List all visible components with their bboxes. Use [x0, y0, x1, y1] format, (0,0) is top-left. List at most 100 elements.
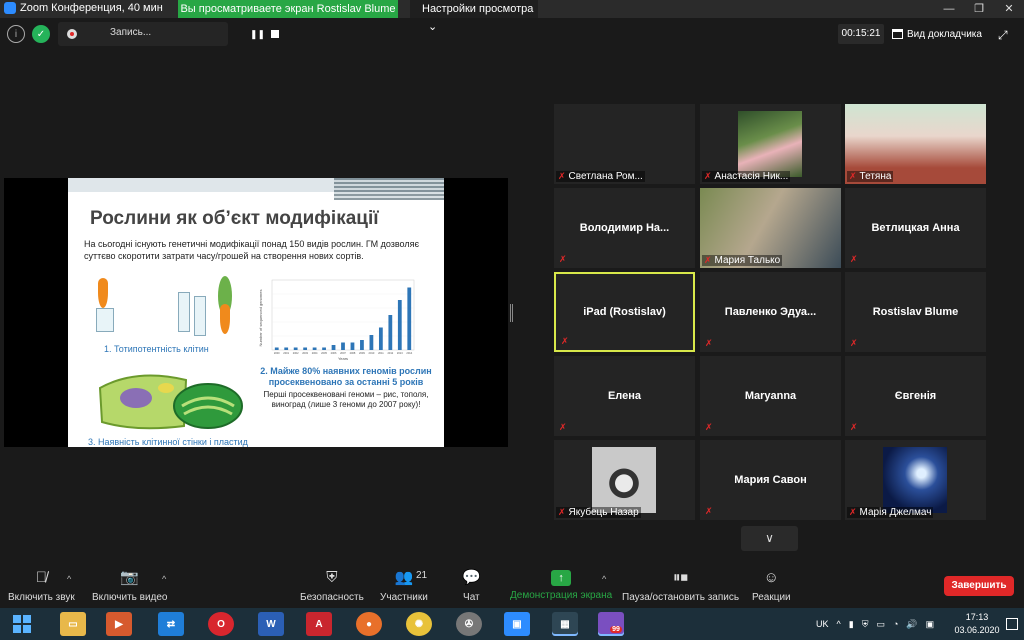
maximize-button[interactable]: ❐ [964, 0, 994, 18]
recording-label: Запись... [110, 27, 152, 38]
pause-stop-recording-button[interactable]: ⏸⏹ Пауза/остановить запись [622, 568, 739, 603]
muted-microphone-icon: ✗ [850, 338, 858, 348]
x-tick-label: 2013 [397, 351, 403, 355]
display-icon[interactable]: ▣ [926, 619, 935, 630]
plot-area [271, 279, 415, 351]
chart-bar [350, 342, 355, 350]
audio-options-caret[interactable]: ^ [67, 574, 71, 584]
x-tick-label: 2005 [321, 351, 327, 355]
close-button[interactable]: ✕ [994, 0, 1024, 18]
participant-tile[interactable]: Rostislav Blume ✗ [845, 272, 986, 352]
participant-name: Мария Савон [734, 474, 807, 486]
participant-tile[interactable]: Maryanna ✗ [700, 356, 841, 436]
muted-microphone-icon: ✗ [559, 422, 567, 432]
pause-recording-button[interactable]: ❚❚ [250, 27, 265, 41]
participant-tile[interactable]: iPad (Rostislav) ✗ [554, 272, 695, 352]
opera-icon[interactable]: O [208, 612, 234, 636]
share-screen-button[interactable]: ↑ Демонстрация экрана [510, 568, 612, 601]
chat-icon: 💬 [462, 569, 481, 586]
participant-name: Rostislav Blume [872, 306, 959, 318]
plant-cell-illustration [98, 374, 243, 430]
participant-name: Maryanna [744, 390, 797, 402]
firefox-icon[interactable]: ● [356, 612, 382, 636]
start-button[interactable] [0, 608, 44, 640]
security-button[interactable]: ⛨ Безопасность [300, 568, 364, 603]
chat-button[interactable]: 💬 Чат [462, 568, 481, 603]
participant-tile[interactable]: ✗ Мария Талько [700, 188, 841, 268]
carrot-image [220, 304, 230, 334]
minimize-button[interactable]: — [934, 0, 964, 18]
speaker-view-icon [892, 29, 903, 39]
fullscreen-icon[interactable]: ⤢ [998, 28, 1008, 43]
participant-tile[interactable]: Елена ✗ [554, 356, 695, 436]
share-banner: Вы просматриваете экран Rostislav Blume [178, 0, 398, 18]
speaker-view-label: Вид докладчика [907, 28, 982, 40]
battery-icon[interactable]: ▭ [876, 619, 885, 630]
zoom-taskbar-icon[interactable]: ▣ [504, 612, 530, 636]
window-controls: — ❐ ✕ [934, 0, 1024, 18]
wifi-icon[interactable]: ◔ [893, 619, 898, 629]
x-tick-label: 2000 [274, 351, 280, 355]
participant-label: ✗ Мария Талько [702, 255, 783, 266]
share-options-caret[interactable]: ^ [602, 574, 606, 584]
chart-bar [331, 345, 336, 350]
file-explorer-icon[interactable]: ▭ [60, 612, 86, 636]
word-icon[interactable]: W [258, 612, 284, 636]
end-meeting-button[interactable]: Завершить [944, 576, 1014, 596]
start-video-button[interactable]: 📷 Включить видео [92, 568, 168, 603]
x-tick-label: 2006 [331, 351, 337, 355]
chat-label: Чат [463, 592, 480, 603]
participant-tile[interactable]: ✗ Светлана Ром... [554, 104, 695, 184]
participant-name: Тетяна [859, 171, 892, 182]
presentation-slide: Рослини як об’єкт модифікації На сьогодн… [68, 178, 444, 447]
sun-app-icon[interactable]: ✺ [406, 612, 432, 636]
speaker-view-button[interactable]: Вид докладчика [892, 24, 988, 44]
media-player-icon[interactable]: ▶ [106, 612, 132, 636]
recording-dot-icon [67, 29, 77, 39]
pause-stop-icon: ⏸⏹ [673, 569, 689, 586]
language-indicator[interactable]: UK [816, 619, 829, 629]
chart-bar [360, 340, 364, 350]
participant-name: Анастасія Ник... [714, 171, 789, 182]
muted-microphone-icon: ✗ [559, 254, 567, 264]
x-tick-label: 2008 [350, 351, 356, 355]
participant-tile[interactable]: Мария Савон ✗ [700, 440, 841, 520]
reactions-button[interactable]: ☺ Реакции [752, 568, 791, 603]
participant-tile[interactable]: Ветлицкая Анна ✗ [845, 188, 986, 268]
participant-tile[interactable]: ✗ Марія Джелмач [845, 440, 986, 520]
view-settings-menu[interactable]: Настройки просмотра ⌄ [410, 0, 538, 33]
muted-microphone-icon: ✗ [850, 422, 858, 432]
acrobat-icon[interactable]: A [306, 612, 332, 636]
stop-recording-button[interactable] [271, 30, 279, 38]
next-page-button[interactable]: ∨ [741, 526, 798, 551]
viber-icon[interactable]: 99 [598, 612, 624, 636]
participant-label: ✗ Тетяна [847, 171, 894, 182]
zoom-window-taskbar-icon[interactable]: ▦ [552, 612, 578, 636]
split-drag-handle[interactable] [510, 304, 513, 322]
participant-tile[interactable]: ✗ Анастасія Ник... [700, 104, 841, 184]
shield-icon: ⛨ [326, 569, 338, 586]
network-icon[interactable]: ▮ [849, 619, 854, 630]
participant-tile[interactable]: Павленко Эдуа... ✗ [700, 272, 841, 352]
participant-tile[interactable]: Володимир На... ✗ [554, 188, 695, 268]
chevron-up-icon[interactable]: ^ [837, 619, 841, 629]
shield-tray-icon[interactable]: ⛨ [862, 619, 869, 630]
participant-tile[interactable]: ✗ Тетяна [845, 104, 986, 184]
title-bar: Zoom Конференция, 40 мин Вы просматривае… [0, 0, 1024, 33]
reactions-label: Реакции [752, 592, 791, 603]
unmute-button[interactable]: 🎙̸ Включить звук [8, 568, 75, 603]
teamviewer-icon[interactable]: ⇄ [158, 612, 184, 636]
shared-screen: Рослини як об’єкт модифікації На сьогодн… [4, 178, 508, 447]
chart-bar [303, 347, 308, 350]
volume-icon[interactable]: 🔊 [906, 619, 917, 630]
system-clock[interactable]: 17:13 03.06.2020 [952, 611, 1002, 637]
film-reel-icon[interactable]: ✇ [456, 612, 482, 636]
video-options-caret[interactable]: ^ [162, 574, 166, 584]
participant-tile[interactable]: Євгенія ✗ [845, 356, 986, 436]
participant-tile[interactable]: ✗ Якубець Назар [554, 440, 695, 520]
participants-count: 21 [416, 570, 428, 581]
muted-microphone-icon: ✗ [705, 422, 713, 432]
encryption-shield-icon[interactable]: ✓ [32, 25, 50, 43]
notifications-icon[interactable] [1006, 618, 1018, 630]
meeting-info-icon[interactable]: i [7, 25, 25, 43]
